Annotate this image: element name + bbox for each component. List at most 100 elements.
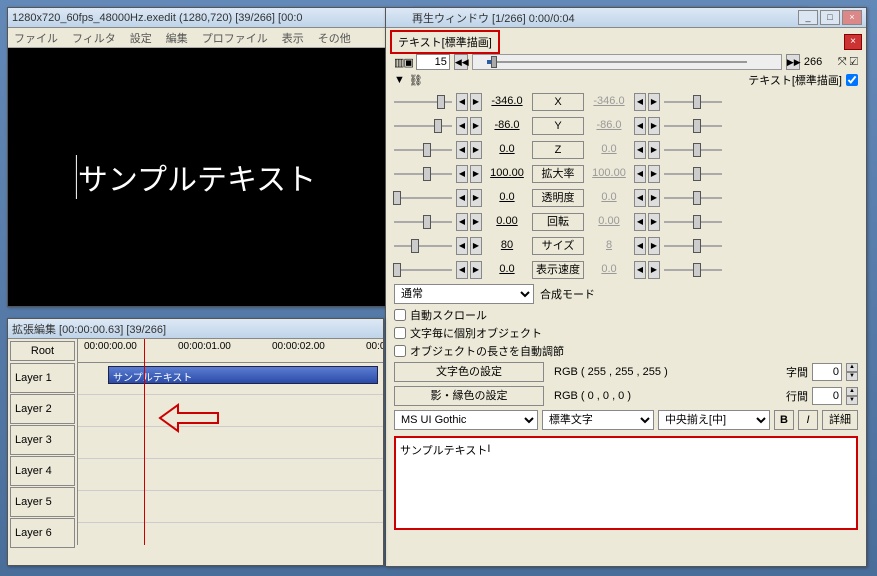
dec-right[interactable]: ◀ (634, 213, 646, 231)
linespace-spinner[interactable]: ▲▼ (846, 387, 858, 405)
layer-2-button[interactable]: Layer 2 (10, 394, 75, 424)
inc-right[interactable]: ▶ (648, 189, 660, 207)
dec-left[interactable]: ◀ (456, 93, 468, 111)
dec-right[interactable]: ◀ (634, 165, 646, 183)
frame-prev-fast[interactable]: ◀◀ (454, 54, 468, 70)
bold-button[interactable]: B (774, 410, 794, 430)
camera-icon[interactable]: ▥ ▣ (394, 56, 412, 69)
value-right[interactable]: 0.0 (586, 141, 632, 159)
inc-left[interactable]: ▶ (470, 93, 482, 111)
check-perchar[interactable] (394, 327, 406, 339)
slider-right[interactable] (662, 189, 724, 207)
slider-right[interactable] (662, 141, 724, 159)
slider-right[interactable] (662, 237, 724, 255)
inc-right[interactable]: ▶ (648, 165, 660, 183)
slider-left[interactable] (392, 93, 454, 111)
layer-4-button[interactable]: Layer 4 (10, 456, 75, 486)
check-autoscroll[interactable] (394, 309, 406, 321)
dec-right[interactable]: ◀ (634, 141, 646, 159)
minimize-button[interactable]: _ (798, 10, 818, 25)
dec-right[interactable]: ◀ (634, 237, 646, 255)
menu-profile[interactable]: プロファイル (202, 30, 268, 46)
value-left[interactable]: -346.0 (484, 93, 530, 111)
dec-left[interactable]: ◀ (456, 213, 468, 231)
dec-left[interactable]: ◀ (456, 141, 468, 159)
pin-icon[interactable]: ⤧ ☑ (838, 56, 858, 69)
value-left[interactable]: 0.0 (484, 141, 530, 159)
value-right[interactable]: 8 (586, 237, 632, 255)
dec-left[interactable]: ◀ (456, 261, 468, 279)
value-right[interactable]: 0.00 (586, 213, 632, 231)
chain-icon[interactable]: ⛓ (409, 74, 423, 87)
italic-button[interactable]: I (798, 410, 818, 430)
track-3[interactable] (78, 427, 383, 459)
preview-titlebar[interactable]: 1280x720_60fps_48000Hz.exedit (1280,720)… (8, 8, 386, 28)
slider-left[interactable] (392, 165, 454, 183)
layer-6-button[interactable]: Layer 6 (10, 518, 75, 548)
track-1[interactable]: サンプルテキスト (78, 363, 383, 395)
menu-view[interactable]: 表示 (282, 30, 304, 46)
style-select[interactable]: 標準文字 (542, 410, 654, 430)
maximize-button[interactable]: □ (820, 10, 840, 25)
inc-left[interactable]: ▶ (470, 237, 482, 255)
track-6[interactable] (78, 523, 383, 545)
text-input-area[interactable]: サンプルテキストI (394, 436, 858, 530)
timeline-titlebar[interactable]: 拡張編集 [00:00:00.63] [39/266] (8, 319, 383, 339)
value-right[interactable]: 0.0 (586, 261, 632, 279)
param-label-button[interactable]: 回転 (532, 213, 584, 231)
inc-right[interactable]: ▶ (648, 93, 660, 111)
dec-right[interactable]: ◀ (634, 261, 646, 279)
param-label-button[interactable]: Z (532, 141, 584, 159)
param-label-button[interactable]: サイズ (532, 237, 584, 255)
param-label-button[interactable]: 表示速度 (532, 261, 584, 279)
slider-left[interactable] (392, 141, 454, 159)
slider-right[interactable] (662, 93, 724, 111)
frame-next-fast[interactable]: ▶▶ (786, 54, 800, 70)
frame-start-input[interactable] (416, 54, 450, 70)
textcolor-button[interactable]: 文字色の設定 (394, 362, 544, 382)
root-button[interactable]: Root (10, 341, 75, 361)
close-button[interactable]: × (842, 10, 862, 25)
slider-left[interactable] (392, 213, 454, 231)
check-autolen[interactable] (394, 345, 406, 357)
dec-left[interactable]: ◀ (456, 237, 468, 255)
detail-button[interactable]: 詳細 (822, 410, 858, 430)
slider-left[interactable] (392, 261, 454, 279)
inc-right[interactable]: ▶ (648, 213, 660, 231)
slider-left[interactable] (392, 117, 454, 135)
inc-right[interactable]: ▶ (648, 117, 660, 135)
value-left[interactable]: 0.0 (484, 189, 530, 207)
dec-right[interactable]: ◀ (634, 93, 646, 111)
value-right[interactable]: -86.0 (586, 117, 632, 135)
menu-settings[interactable]: 設定 (130, 30, 152, 46)
value-right[interactable]: -346.0 (586, 93, 632, 111)
slider-right[interactable] (662, 117, 724, 135)
track-4[interactable] (78, 459, 383, 491)
clip-sample-text[interactable]: サンプルテキスト (108, 366, 378, 384)
inc-left[interactable]: ▶ (470, 213, 482, 231)
value-left[interactable]: 100.00 (484, 165, 530, 183)
dec-left[interactable]: ◀ (456, 117, 468, 135)
inc-right[interactable]: ▶ (648, 237, 660, 255)
shadowcolor-button[interactable]: 影・縁色の設定 (394, 386, 544, 406)
track-5[interactable] (78, 491, 383, 523)
charspace-input[interactable] (812, 363, 842, 381)
value-left[interactable]: 0.00 (484, 213, 530, 231)
dec-left[interactable]: ◀ (456, 189, 468, 207)
inc-left[interactable]: ▶ (470, 141, 482, 159)
linespace-input[interactable] (812, 387, 842, 405)
param-label-button[interactable]: Y (532, 117, 584, 135)
slider-right[interactable] (662, 261, 724, 279)
dec-right[interactable]: ◀ (634, 189, 646, 207)
tracks-area[interactable]: 00:00:00.00 00:00:01.00 00:00:02.00 00:0… (78, 339, 383, 545)
param-label-button[interactable]: 透明度 (532, 189, 584, 207)
inc-right[interactable]: ▶ (648, 261, 660, 279)
inc-left[interactable]: ▶ (470, 165, 482, 183)
chain-enable-checkbox[interactable] (846, 74, 858, 86)
align-select[interactable]: 中央揃え[中] (658, 410, 770, 430)
layer-3-button[interactable]: Layer 3 (10, 425, 75, 455)
dec-right[interactable]: ◀ (634, 117, 646, 135)
slider-right[interactable] (662, 213, 724, 231)
slider-left[interactable] (392, 189, 454, 207)
time-ruler[interactable]: 00:00:00.00 00:00:01.00 00:00:02.00 00:0… (78, 339, 383, 363)
